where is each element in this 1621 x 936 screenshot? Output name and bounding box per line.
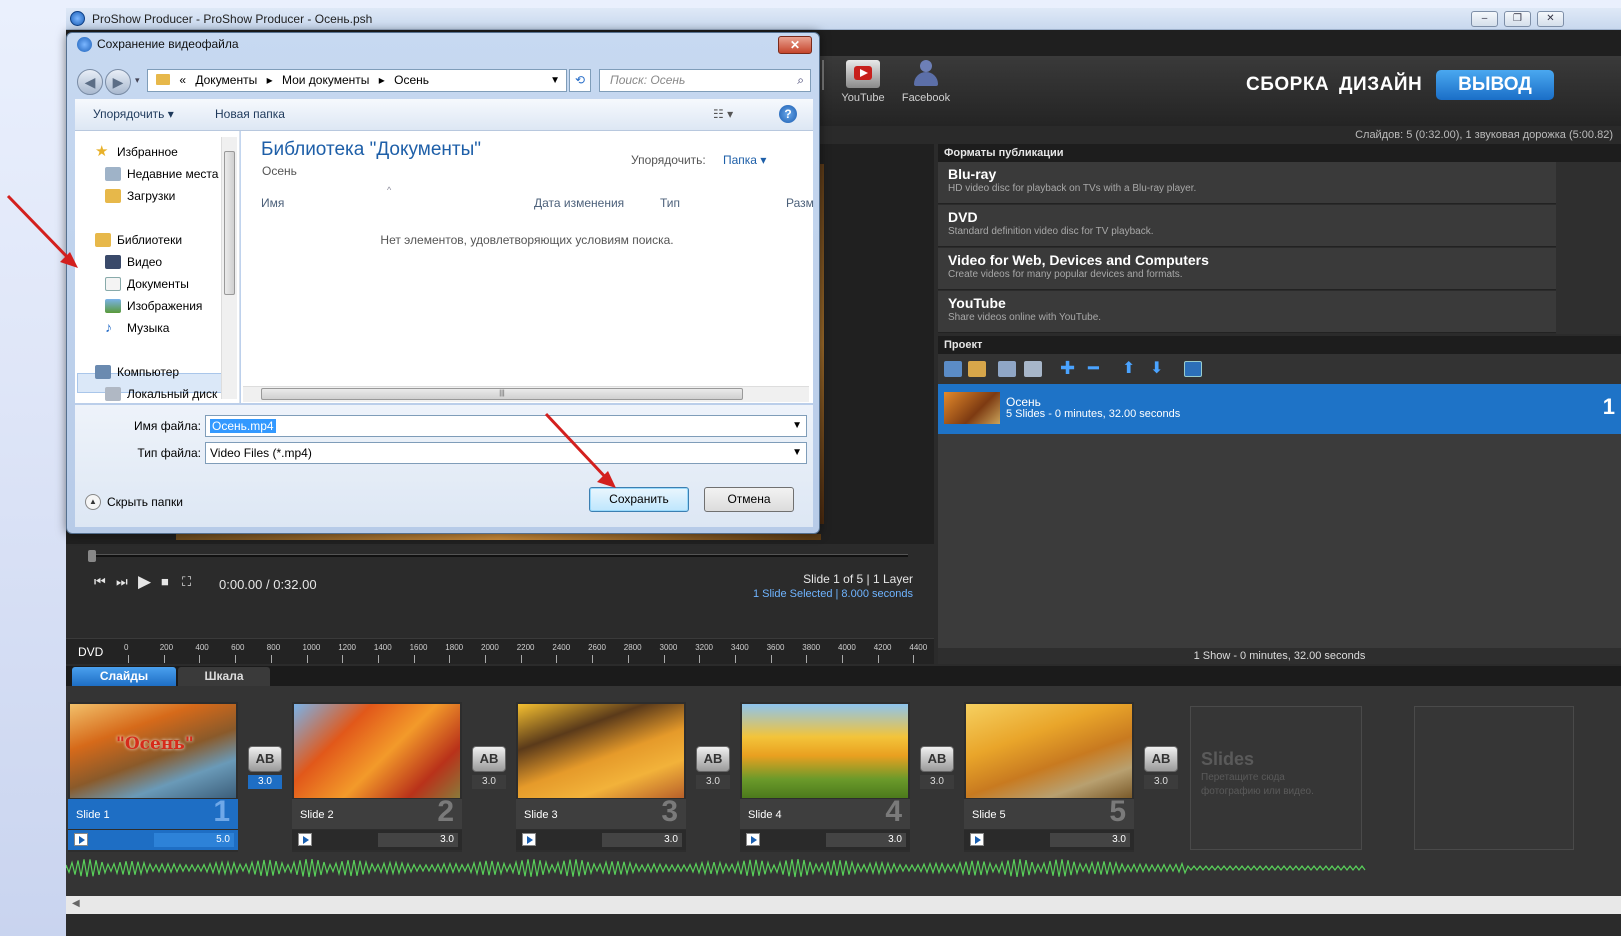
arrow-to-save: [544, 412, 610, 482]
annotation-arrows: [6, 194, 616, 488]
arrow-head-icon: [597, 471, 616, 488]
arrow-to-documents: [6, 194, 74, 264]
